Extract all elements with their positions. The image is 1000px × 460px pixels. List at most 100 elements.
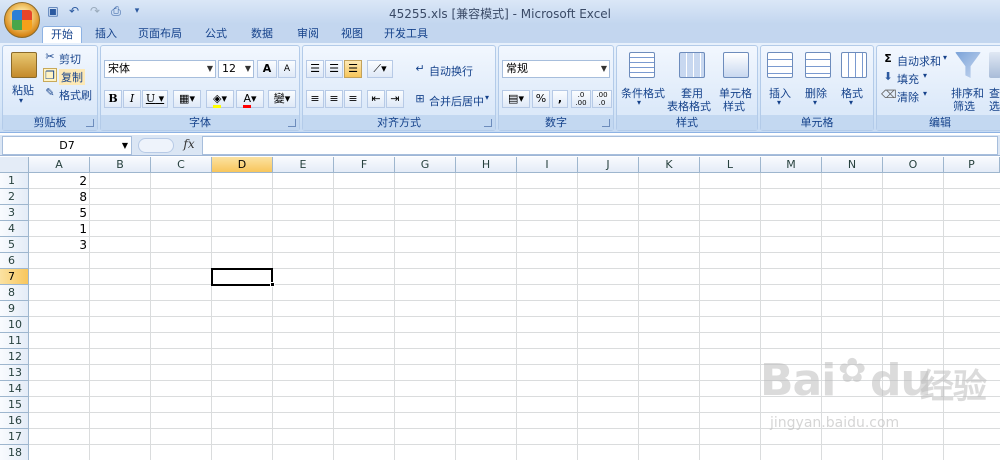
cell-a3[interactable]: 5 [29,205,90,221]
clipboard-launcher-icon[interactable] [86,119,94,127]
font-size-select[interactable]: 12 ▼ [218,60,254,78]
cell-a4[interactable]: 1 [29,221,90,237]
autosum-dropdown-icon[interactable]: ▾ [943,53,947,62]
format-dropdown-icon[interactable]: ▾ [849,98,853,107]
align-left-button[interactable]: ≡ [306,90,324,108]
tab-view[interactable]: 视图 [334,26,370,43]
conditional-dropdown-icon[interactable]: ▾ [637,98,641,107]
row-header-14[interactable]: 14 [0,381,29,397]
row-header-18[interactable]: 18 [0,445,29,460]
italic-button[interactable]: I [123,90,141,108]
cell-styles-button[interactable]: 样式 [723,98,745,114]
row-header-11[interactable]: 11 [0,333,29,349]
active-cell-border[interactable] [211,268,273,286]
column-header-b[interactable]: B [90,157,151,173]
fill-button[interactable]: 填充 [897,71,919,87]
column-header-m[interactable]: M [761,157,822,173]
column-header-e[interactable]: E [273,157,334,173]
decrease-indent-button[interactable]: ⇤ [367,90,385,108]
column-header-a[interactable]: A [29,157,90,173]
tab-review[interactable]: 审阅 [290,26,326,43]
bold-button[interactable]: B [104,90,122,108]
number-launcher-icon[interactable] [602,119,610,127]
align-bottom-button[interactable]: ☰ [344,60,362,78]
increase-decimal-button[interactable]: .0 .00 [571,90,591,108]
percent-button[interactable]: % [532,90,550,108]
column-header-p[interactable]: P [944,157,1000,173]
row-header-2[interactable]: 2 [0,189,29,205]
column-header-h[interactable]: H [456,157,517,173]
number-format-select[interactable]: 常规 ▼ [502,60,610,78]
row-header-8[interactable]: 8 [0,285,29,301]
align-center-button[interactable]: ≡ [325,90,343,108]
decrease-decimal-button[interactable]: .00 .0 [592,90,612,108]
column-header-i[interactable]: I [517,157,578,173]
insert-dropdown-icon[interactable]: ▾ [777,98,781,107]
office-button[interactable] [4,2,40,38]
row-header-13[interactable]: 13 [0,365,29,381]
fill-color-button[interactable]: ◈▾ [206,90,234,108]
cell-a5[interactable]: 3 [29,237,90,253]
column-header-f[interactable]: F [334,157,395,173]
font-name-select[interactable]: 宋体 ▼ [104,60,216,78]
column-header-o[interactable]: O [883,157,944,173]
cell-a2[interactable]: 8 [29,189,90,205]
clear-dropdown-icon[interactable]: ▾ [923,89,927,98]
fill-handle[interactable] [270,282,275,287]
row-header-4[interactable]: 4 [0,221,29,237]
tab-data[interactable]: 数据 [244,26,280,43]
cell-a1[interactable]: 2 [29,173,90,189]
select-all-corner[interactable] [0,157,29,173]
row-header-10[interactable]: 10 [0,317,29,333]
font-color-button[interactable]: A▾ [236,90,264,108]
clear-button[interactable]: 清除 [897,89,919,105]
comma-button[interactable]: , [552,90,568,108]
alignment-launcher-icon[interactable] [484,119,492,127]
conditional-formatting-button[interactable]: 条件格式 [621,85,665,101]
orientation-button[interactable]: ⟋▾ [367,60,393,78]
row-header-16[interactable]: 16 [0,413,29,429]
row-header-17[interactable]: 17 [0,429,29,445]
paste-icon[interactable] [11,52,37,78]
copy-button[interactable]: 复制 [59,69,85,85]
accounting-format-button[interactable]: ▤▾ [502,90,530,108]
format-as-table-button[interactable]: 表格格式 [667,98,711,114]
column-header-g[interactable]: G [395,157,456,173]
underline-button[interactable]: U ▾ [142,90,168,108]
column-header-d[interactable]: D [212,157,273,173]
row-header-3[interactable]: 3 [0,205,29,221]
sort-filter-button[interactable]: 筛选 [953,98,975,114]
grow-font-button[interactable]: A [257,60,277,78]
shrink-font-button[interactable]: A [278,60,296,78]
column-header-j[interactable]: J [578,157,639,173]
tab-home[interactable]: 开始 [42,26,82,43]
formula-input[interactable] [202,136,998,155]
autosum-button[interactable]: 自动求和 [897,53,941,69]
cut-button[interactable]: 剪切 [59,51,81,67]
merge-center-button[interactable]: 合并后居中 [429,93,484,109]
tab-developer[interactable]: 开发工具 [378,26,434,43]
increase-indent-button[interactable]: ⇥ [386,90,404,108]
format-painter-button[interactable]: 格式刷 [59,87,92,103]
insert-function-icon[interactable]: fx [178,137,200,154]
wrap-text-button[interactable]: 自动换行 [429,63,473,79]
row-header-9[interactable]: 9 [0,301,29,317]
row-header-7[interactable]: 7 [0,269,29,285]
row-header-12[interactable]: 12 [0,349,29,365]
find-select-button[interactable]: 选 [989,98,1000,114]
column-header-l[interactable]: L [700,157,761,173]
delete-dropdown-icon[interactable]: ▾ [813,98,817,107]
tab-formulas[interactable]: 公式 [198,26,234,43]
align-top-button[interactable]: ☰ [306,60,324,78]
row-header-5[interactable]: 5 [0,237,29,253]
tab-page-layout[interactable]: 页面布局 [132,26,188,43]
row-header-6[interactable]: 6 [0,253,29,269]
formula-bar-handle[interactable] [138,138,174,153]
fill-dropdown-icon[interactable]: ▾ [923,71,927,80]
column-header-c[interactable]: C [151,157,212,173]
align-middle-button[interactable]: ☰ [325,60,343,78]
column-header-k[interactable]: K [639,157,700,173]
font-launcher-icon[interactable] [288,119,296,127]
row-header-1[interactable]: 1 [0,173,29,189]
borders-button[interactable]: ▦▾ [173,90,201,108]
